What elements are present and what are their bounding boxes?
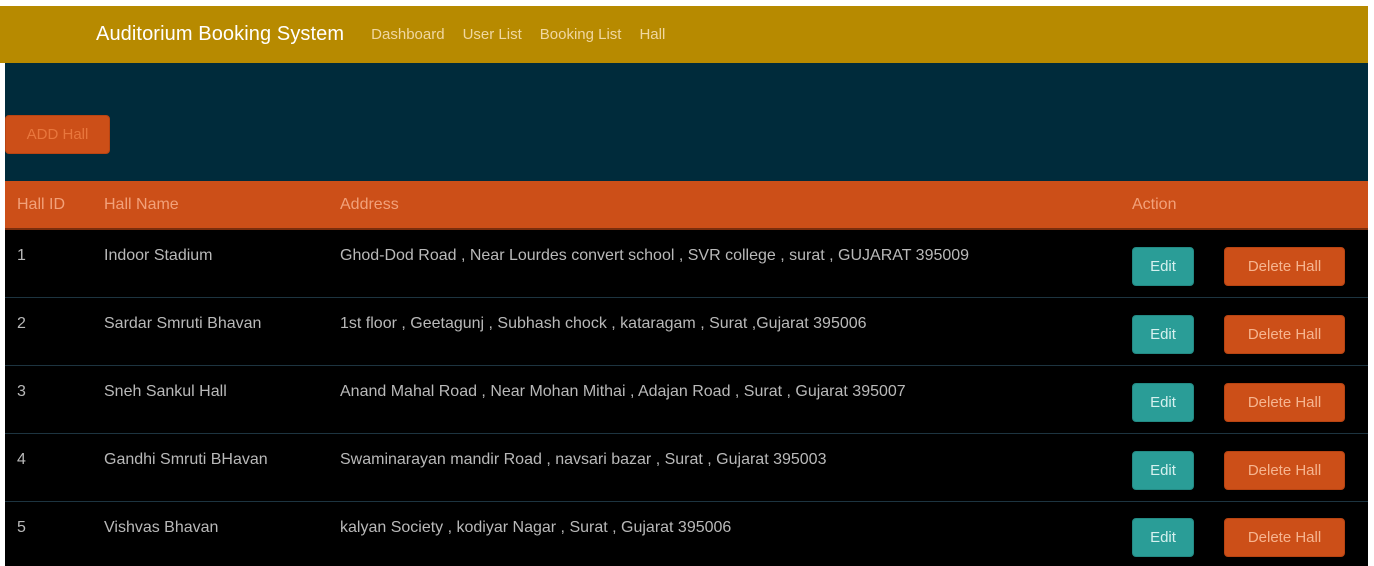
edit-button[interactable]: Edit — [1132, 247, 1194, 286]
hall-id: 1 — [17, 230, 92, 265]
nav-link-hall[interactable]: Hall — [639, 26, 665, 43]
delete-hall-button[interactable]: Delete Hall — [1224, 518, 1345, 557]
nav-link-dashboard[interactable]: Dashboard — [371, 26, 444, 43]
hall-address: Ghod-Dod Road , Near Lourdes convert sch… — [340, 230, 1120, 265]
header-empty — [1212, 181, 1368, 229]
hall-name: Vishvas Bhavan — [104, 502, 328, 537]
hall-name: Indoor Stadium — [104, 230, 328, 265]
header-address: Address — [328, 181, 1120, 229]
hall-id: 2 — [17, 298, 92, 333]
brand-title[interactable]: Auditorium Booking System — [96, 23, 344, 46]
delete-hall-button[interactable]: Delete Hall — [1224, 247, 1345, 286]
hall-address: kalyan Society , kodiyar Nagar , Surat ,… — [340, 502, 1120, 537]
hall-id: 4 — [17, 434, 92, 469]
hall-address: Swaminarayan mandir Road , navsari bazar… — [340, 434, 1120, 469]
hall-name: Sneh Sankul Hall — [104, 366, 328, 401]
hall-address: Anand Mahal Road , Near Mohan Mithai , A… — [340, 366, 1120, 401]
table-header-row: Hall ID Hall Name Address Action — [5, 181, 1368, 229]
hall-table: Hall ID Hall Name Address Action 1 Indoo… — [5, 181, 1368, 566]
top-navbar: Auditorium Booking System Dashboard User… — [0, 6, 1368, 63]
nav-link-booking-list[interactable]: Booking List — [540, 26, 622, 43]
page: Auditorium Booking System Dashboard User… — [0, 0, 1374, 561]
edit-button[interactable]: Edit — [1132, 451, 1194, 490]
table-row: 4 Gandhi Smruti BHavan Swaminarayan mand… — [5, 434, 1368, 502]
hero-banner — [5, 63, 1368, 181]
hall-id: 3 — [17, 366, 92, 401]
table-row: 5 Vishvas Bhavan kalyan Society , kodiya… — [5, 502, 1368, 566]
delete-hall-button[interactable]: Delete Hall — [1224, 451, 1345, 490]
add-hall-button[interactable]: ADD Hall — [5, 115, 110, 154]
edit-button[interactable]: Edit — [1132, 383, 1194, 422]
delete-hall-button[interactable]: Delete Hall — [1224, 383, 1345, 422]
delete-hall-button[interactable]: Delete Hall — [1224, 315, 1345, 354]
hall-name: Gandhi Smruti BHavan — [104, 434, 328, 469]
header-hall-id: Hall ID — [5, 181, 92, 229]
hall-address: 1st floor , Geetagunj , Subhash chock , … — [340, 298, 1120, 333]
nav-link-user-list[interactable]: User List — [463, 26, 522, 43]
header-action: Action — [1120, 181, 1212, 229]
edit-button[interactable]: Edit — [1132, 315, 1194, 354]
edit-button[interactable]: Edit — [1132, 518, 1194, 557]
hall-id: 5 — [17, 502, 92, 537]
table-row: 2 Sardar Smruti Bhavan 1st floor , Geeta… — [5, 298, 1368, 366]
table-row: 3 Sneh Sankul Hall Anand Mahal Road , Ne… — [5, 366, 1368, 434]
header-hall-name: Hall Name — [92, 181, 328, 229]
hall-name: Sardar Smruti Bhavan — [104, 298, 328, 333]
table-row: 1 Indoor Stadium Ghod-Dod Road , Near Lo… — [5, 229, 1368, 298]
